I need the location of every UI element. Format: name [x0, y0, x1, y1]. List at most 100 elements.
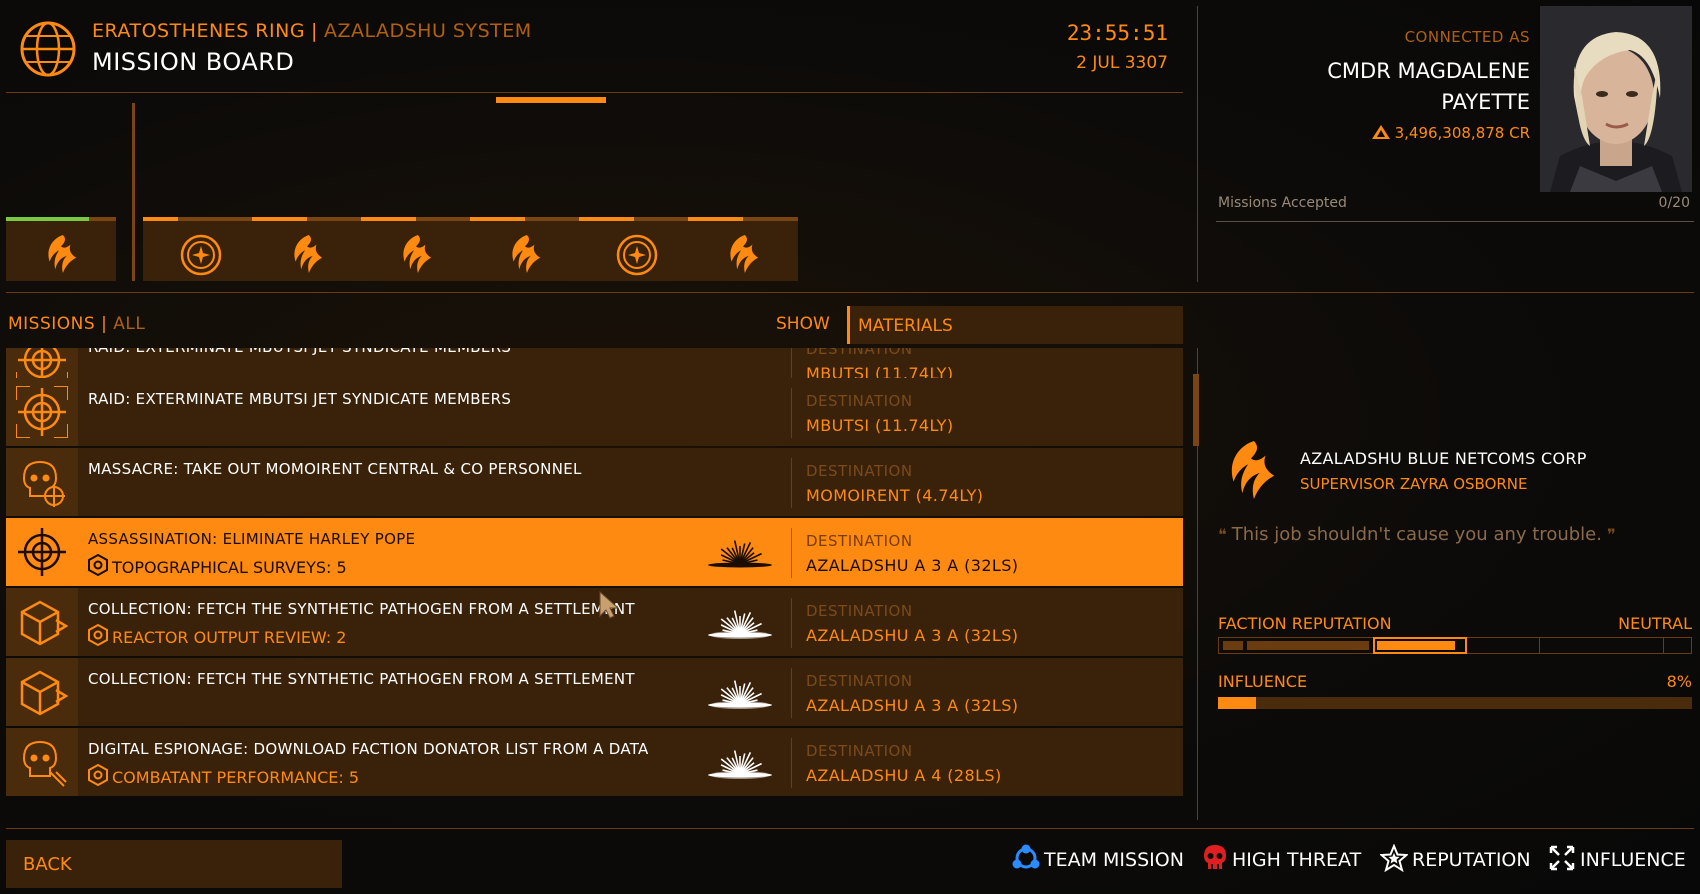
commander-name-line2: PAYETTE — [1441, 90, 1530, 114]
faction-logo-icon — [1222, 438, 1280, 506]
clock: 23:55:51 — [1066, 21, 1168, 45]
destination-label: DESTINATION — [806, 532, 913, 550]
page-title: MISSION BOARD — [92, 48, 295, 76]
destination-label: DESTINATION — [806, 348, 913, 358]
reputation-label: FACTION REPUTATION — [1218, 614, 1392, 633]
faction-tab-3[interactable] — [252, 217, 362, 281]
station-label: ERATOSTHENES RING — [92, 20, 306, 42]
phoenix-icon — [506, 233, 544, 273]
station-logo-icon — [18, 19, 78, 83]
destination-value: AZALADSHU A 3 A (32LS) — [806, 556, 1019, 575]
legend-label: INFLUENCE — [1580, 849, 1686, 871]
faction-tab-progress-fill — [688, 217, 743, 221]
row-divider — [791, 458, 792, 508]
mission-row[interactable]: DIGITAL ESPIONAGE: DOWNLOAD FACTION DONA… — [6, 728, 1183, 796]
destination-value: MOMOIRENT (4.74LY) — [806, 486, 984, 505]
show-filter-dropdown[interactable]: MATERIALS — [847, 306, 1183, 344]
rep-tick — [1663, 638, 1664, 653]
connected-as-label: CONNECTED AS — [1404, 28, 1530, 46]
star-icon — [1378, 843, 1412, 873]
faction-tab-6[interactable] — [579, 217, 689, 281]
footer-divider — [6, 828, 1694, 829]
federation-icon — [179, 233, 222, 276]
faction-tab-progress-fill — [470, 217, 525, 221]
destination-value: MBUTSI (11.74LY) — [806, 416, 954, 435]
destination-label: DESTINATION — [806, 672, 913, 690]
mouse-cursor-icon — [598, 590, 622, 624]
mission-type-box — [6, 378, 78, 446]
destination-label: DESTINATION — [806, 462, 913, 480]
station-name: ERATOSTHENES RING | AZALADSHU SYSTEM — [92, 20, 532, 42]
avatar[interactable] — [1540, 6, 1692, 192]
destination-label: DESTINATION — [806, 742, 913, 760]
mission-row[interactable]: MASSACRE: TAKE OUT MOMOIRENT CENTRAL & C… — [6, 448, 1183, 516]
faction-tab-7[interactable] — [688, 217, 798, 281]
quote-open-icon: ❝ — [1218, 525, 1232, 544]
faction-quote: ❝ This job shouldn't cause you any troub… — [1218, 524, 1616, 545]
skull-icon — [1202, 845, 1232, 871]
mission-list: RAID: EXTERMINATE MBUTSI JET SYNDICATE M… — [6, 348, 1183, 820]
mission-type-box — [6, 518, 78, 586]
legend-arrows: INFLUENCE — [1548, 844, 1686, 872]
federation-icon — [615, 233, 658, 276]
faction-tab-progress-fill — [252, 217, 307, 221]
section-divider — [6, 292, 1694, 293]
rep-segment — [1247, 641, 1369, 650]
influence-value: 8% — [1666, 672, 1692, 691]
reputation-value: NEUTRAL — [1618, 614, 1692, 633]
destination-value: AZALADSHU A 3 A (32LS) — [806, 626, 1019, 645]
faction-tab-progress — [143, 217, 253, 221]
faction-tab-progress — [579, 217, 689, 221]
row-divider — [791, 388, 792, 438]
show-label: SHOW — [776, 314, 830, 334]
mission-title: RAID: EXTERMINATE MBUTSI JET SYNDICATE M… — [88, 348, 511, 356]
mission-row[interactable]: COLLECTION: FETCH THE SYNTHETIC PATHOGEN… — [6, 588, 1183, 656]
phoenix-icon — [397, 233, 435, 273]
mission-type-box — [6, 728, 78, 796]
mission-type-box — [6, 448, 78, 516]
back-button[interactable]: BACK — [6, 840, 342, 888]
credits-icon — [1371, 125, 1390, 139]
quote-text: This job shouldn't cause you any trouble… — [1231, 524, 1602, 545]
faction-tab-progress — [470, 217, 580, 221]
phoenix-icon — [42, 233, 80, 273]
influence-label: INFLUENCE — [1218, 672, 1308, 691]
row-divider — [791, 528, 792, 578]
destination-label: DESTINATION — [806, 602, 913, 620]
mission-row[interactable]: RAID: EXTERMINATE MBUTSI JET SYNDICATE M… — [6, 378, 1183, 446]
legend-label: TEAM MISSION — [1044, 849, 1184, 871]
rep-tick — [1539, 638, 1540, 653]
mission-row[interactable]: COLLECTION: FETCH THE SYNTHETIC PATHOGEN… — [6, 658, 1183, 726]
mission-reward: COMBATANT PERFORMANCE: 5 — [88, 764, 359, 787]
faction-tab-1[interactable] — [6, 217, 116, 281]
phoenix-icon — [288, 233, 326, 273]
legend-label: HIGH THREAT — [1232, 849, 1362, 871]
faction-tab-progress-fill — [579, 217, 634, 221]
faction-tab-progress-fill — [6, 217, 89, 221]
mission-filter-all[interactable]: ALL — [113, 314, 145, 334]
missions-label: MISSIONS — [8, 314, 96, 334]
reputation-bar — [1218, 637, 1692, 654]
faction-tab-4[interactable] — [361, 217, 471, 281]
separator: | — [101, 314, 108, 334]
row-divider — [791, 598, 792, 648]
faction-tab-2[interactable] — [143, 217, 253, 281]
influence-bar-fill — [1218, 697, 1256, 709]
arrows-icon — [1548, 845, 1580, 871]
credits-value: 3,496,308,878 CR — [1394, 124, 1530, 142]
mission-list-scrollbar[interactable] — [1193, 374, 1199, 446]
quote-close-icon: ❞ — [1601, 525, 1616, 544]
mission-row-selected[interactable]: ASSASSINATION: ELIMINATE HARLEY POPE TOP… — [6, 518, 1183, 586]
mission-reward: REACTOR OUTPUT REVIEW: 2 — [88, 624, 346, 647]
mission-reward-text: TOPOGRAPHICAL SURVEYS: 5 — [112, 558, 347, 577]
destination-value: AZALADSHU A 4 (28LS) — [806, 766, 1002, 785]
commander-divider — [1216, 221, 1694, 222]
active-page-indicator — [496, 97, 606, 103]
phoenix-icon — [724, 233, 762, 273]
legend-team: TEAM MISSION — [1012, 844, 1184, 872]
mission-type-box — [6, 588, 78, 656]
faction-tab-5[interactable] — [470, 217, 580, 281]
destination-value: AZALADSHU A 3 A (32LS) — [806, 696, 1019, 715]
faction-name: AZALADSHU BLUE NETCOMS CORP — [1300, 449, 1587, 468]
date: 2 JUL 3307 — [1076, 53, 1168, 73]
